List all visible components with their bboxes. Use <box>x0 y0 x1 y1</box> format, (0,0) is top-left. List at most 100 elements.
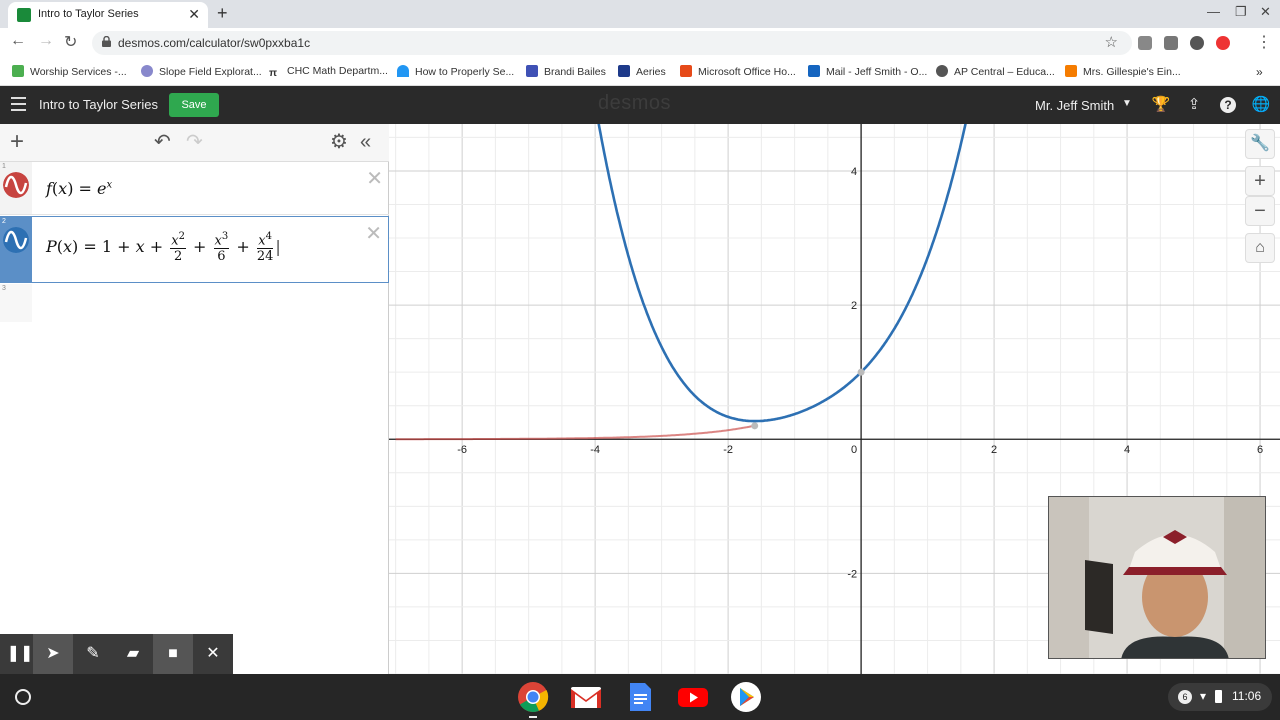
x-tick-label: -6 <box>457 444 467 456</box>
hamburger-menu-icon[interactable] <box>11 97 26 111</box>
pi-icon: π <box>269 67 278 79</box>
y-tick-label: 2 <box>851 300 857 312</box>
extension-icon[interactable] <box>1138 36 1152 50</box>
desmos-header: Intro to Taylor Series Save desmos Mr. J… <box>0 86 1280 124</box>
browser-tab[interactable]: Intro to Taylor Series ✕ <box>8 2 208 28</box>
pen-icon[interactable]: ✎ <box>73 634 113 674</box>
share-icon[interactable]: ⇪ <box>1184 95 1204 115</box>
bookmark-item[interactable]: Slope Field Explorat... <box>141 65 262 78</box>
wifi-icon: ▾ <box>1200 689 1207 703</box>
bookmark-icon <box>618 65 630 77</box>
x-tick-label: -2 <box>723 444 733 456</box>
bookmark-item[interactable]: Brandi Bailes <box>526 65 606 78</box>
x-tick-label: 6 <box>1257 444 1263 456</box>
user-name[interactable]: Mr. Jeff Smith <box>1035 98 1114 113</box>
address-bar[interactable]: desmos.com/calculator/sw0pxxba1c ☆ <box>92 31 1132 55</box>
collapse-panel-icon[interactable]: « <box>360 132 371 152</box>
presenter-video <box>1049 497 1265 658</box>
reload-icon[interactable]: ↻ <box>64 32 77 52</box>
add-expression-icon[interactable]: + <box>10 130 24 154</box>
bookmark-item[interactable]: π CHC Math Departm... <box>269 65 388 79</box>
desmos-favicon-icon <box>17 8 31 22</box>
intersection-point <box>857 368 865 376</box>
play-store-app-icon[interactable] <box>730 681 762 713</box>
bookmark-item[interactable]: Mail - Jeff Smith - O... <box>808 65 927 78</box>
forward-icon[interactable]: → <box>38 32 54 50</box>
bookmark-item[interactable]: Aeries <box>618 65 666 78</box>
status-tray[interactable]: 6 ▾ 11:06 <box>1168 683 1272 711</box>
bookmark-item[interactable]: How to Properly Se... <box>397 65 514 78</box>
bookmark-item[interactable]: Worship Services -... <box>12 65 127 78</box>
back-icon[interactable]: ← <box>10 32 26 50</box>
bookmark-item[interactable]: Microsoft Office Ho... <box>680 65 796 78</box>
y-tick-label: -2 <box>847 568 857 580</box>
chevron-down-icon[interactable]: ▼ <box>1122 98 1132 109</box>
help-icon[interactable]: ? <box>1218 95 1238 115</box>
globe-icon[interactable]: 🌐 <box>1251 95 1271 115</box>
menu-dots-icon[interactable]: ⋮ <box>1256 32 1272 52</box>
window-close-icon[interactable]: ✕ <box>1260 4 1271 20</box>
gmail-app-icon[interactable] <box>570 681 602 713</box>
restore-icon[interactable]: ❐ <box>1235 4 1247 20</box>
undo-icon[interactable]: ↶ <box>154 132 171 152</box>
pointer-icon[interactable]: ➤ <box>33 634 73 674</box>
trophy-icon[interactable]: 🏆 <box>1151 95 1171 115</box>
outlook-icon <box>808 65 820 77</box>
clock: 11:06 <box>1232 689 1262 703</box>
highlighter-icon[interactable]: ▰ <box>113 634 153 674</box>
new-tab-button[interactable]: + <box>217 3 228 24</box>
tab-close-icon[interactable]: ✕ <box>188 6 200 23</box>
graph-title[interactable]: Intro to Taylor Series <box>39 97 158 112</box>
zoom-in-icon[interactable]: + <box>1245 166 1275 196</box>
bookmark-item[interactable]: AP Central – Educa... <box>936 65 1055 78</box>
expression-math[interactable]: f(x) = ex <box>46 179 112 198</box>
power-extension-icon[interactable] <box>1190 36 1204 50</box>
bookmarks-bar: Worship Services -... Slope Field Explor… <box>0 58 1280 86</box>
minimize-icon[interactable]: — <box>1207 4 1220 19</box>
delete-expression-icon[interactable]: ✕ <box>366 166 383 191</box>
chromeos-shelf: 6 ▾ 11:06 <box>0 674 1280 720</box>
gear-icon[interactable]: ⚙ <box>330 132 348 152</box>
x-tick-label: -4 <box>590 444 600 456</box>
cast-extension-icon[interactable] <box>1164 36 1178 50</box>
bookmark-icon <box>1065 65 1077 77</box>
home-icon[interactable]: ⌂ <box>1245 233 1275 263</box>
expression-index: 3 <box>2 285 6 292</box>
y-tick-label: 4 <box>851 166 857 178</box>
tab-title: Intro to Taylor Series <box>38 8 139 20</box>
youtube-app-icon[interactable] <box>677 681 709 713</box>
curve-p <box>597 124 967 423</box>
close-icon[interactable]: ✕ <box>193 634 233 674</box>
graph-style-icon[interactable] <box>3 227 29 253</box>
launcher-icon[interactable] <box>15 689 31 705</box>
camera-icon[interactable]: ■ <box>153 634 193 674</box>
x-tick-label: 2 <box>991 444 997 456</box>
expression-index: 2 <box>2 218 6 225</box>
star-icon[interactable]: ☆ <box>1105 33 1118 51</box>
graph-style-icon[interactable] <box>3 172 29 198</box>
url-text: desmos.com/calculator/sw0pxxba1c <box>118 36 311 50</box>
docs-app-icon[interactable] <box>624 681 656 713</box>
zoom-out-icon[interactable]: − <box>1245 196 1275 226</box>
expression-row[interactable]: 1 f(x) = ex ✕ <box>0 162 389 215</box>
bookmark-icon <box>397 65 409 77</box>
browser-tab-strip: Intro to Taylor Series ✕ + — ❐ ✕ <box>0 0 1280 28</box>
expression-index: 1 <box>2 163 6 170</box>
x-tick-label: 4 <box>1124 444 1130 456</box>
chrome-app-icon[interactable] <box>517 681 549 713</box>
expression-math[interactable]: P(x) = 1 + x + x2 2 + x3 6 + x4 24 | <box>46 231 281 264</box>
redo-icon[interactable]: ↷ <box>186 132 203 152</box>
record-extension-icon[interactable] <box>1216 36 1230 50</box>
bookmark-icon <box>141 65 153 77</box>
delete-expression-icon[interactable]: ✕ <box>365 221 382 246</box>
wrench-icon[interactable]: 🔧 <box>1245 129 1275 159</box>
office-icon <box>680 65 692 77</box>
expression-row-empty[interactable]: 3 <box>0 284 389 322</box>
bookmark-item[interactable]: Mrs. Gillespie's Ein... <box>1065 65 1181 78</box>
save-button[interactable]: Save <box>169 93 219 117</box>
expression-row-active[interactable]: 2 P(x) = 1 + x + x2 2 + x3 6 + x4 24 | ✕ <box>0 216 389 283</box>
browser-toolbar: ← → ↻ desmos.com/calculator/sw0pxxba1c ☆… <box>0 28 1280 58</box>
intersection-point <box>751 422 759 430</box>
more-bookmarks-icon[interactable]: » <box>1256 65 1263 79</box>
expression-gutter: 1 <box>0 162 32 214</box>
